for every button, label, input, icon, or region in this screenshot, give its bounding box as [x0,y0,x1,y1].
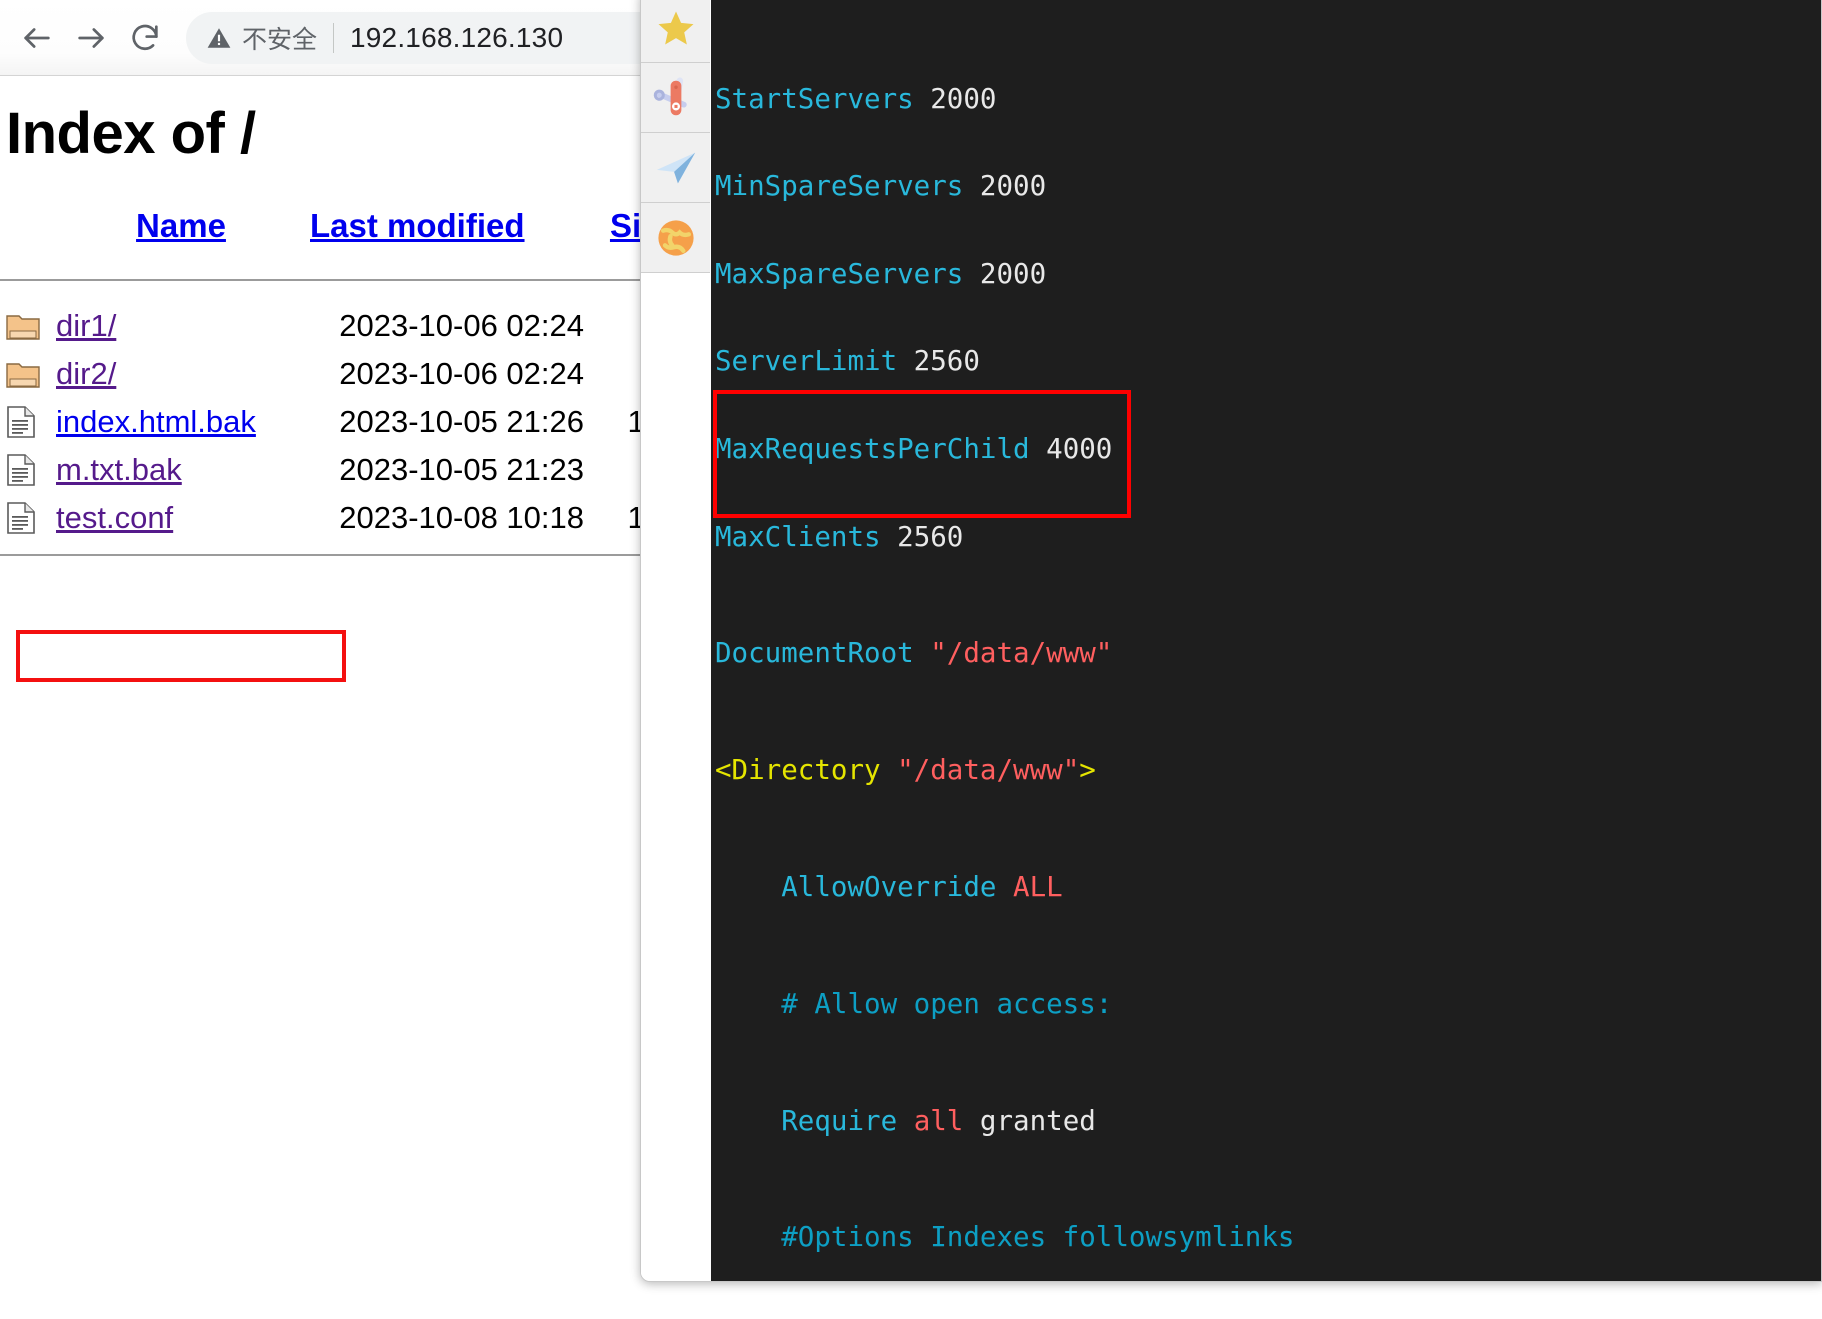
row-lastmodified-cell: 2023-10-05 21:26 [306,398,586,446]
config-line: MaxSpareServers 2000 [715,260,1821,289]
config-line: ServerLimit 2560 [715,347,1821,376]
terminal-screen[interactable]: StartServers 2000 MinSpareServers 2000 M… [711,0,1821,1281]
terminal-window: StartServers 2000 MinSpareServers 2000 M… [640,0,1822,1282]
send-icon [653,145,699,191]
tools-icon [653,75,699,121]
folder-icon [6,359,40,389]
table-row[interactable]: m.txt.bak 2023-10-05 21:23 9 [0,446,676,494]
config-value: ALL [996,871,1062,903]
reload-icon [128,21,162,55]
address-bar-url[interactable]: 192.168.126.130 [350,22,563,54]
config-value: granted [963,1105,1095,1137]
directory-listing-table: Name Last modified Size [0,207,676,556]
config-value: 2000 [963,258,1046,290]
config-line: MinSpareServers 2000 [715,172,1821,201]
row-lastmodified-cell: 2023-10-06 02:24 [306,302,586,350]
file-icon [6,501,36,535]
file-link[interactable]: dir2/ [56,356,116,391]
config-directive: Require [781,1105,897,1137]
row-name-cell[interactable]: dir2/ [56,350,306,398]
testconf-row-annotation-box [16,630,346,682]
config-directive: StartServers [715,83,914,115]
not-secure-label: 不安全 [242,20,317,56]
config-directive: MaxClients [715,521,881,553]
file-icon [6,453,36,487]
row-icon-cell [0,350,56,398]
file-link[interactable]: index.html.bak [56,404,256,439]
row-lastmodified-cell: 2023-10-08 10:18 [306,494,586,542]
row-icon-cell [0,446,56,494]
table-row[interactable]: test.conf 2023-10-08 10:18 16 [0,494,676,542]
globe-icon [654,216,698,260]
row-name-cell[interactable]: m.txt.bak [56,446,306,494]
listing-footer-rule [0,542,676,555]
config-directive: ServerLimit [715,345,897,377]
row-name-cell[interactable]: test.conf [56,494,306,542]
table-row[interactable]: dir2/ 2023-10-06 02:24 - [0,350,676,398]
directory-open-line: <Directory "/data/www"> [715,756,1821,785]
listing-spacer [0,280,676,302]
documentroot-line: DocumentRoot "/data/www" [715,639,1821,668]
row-lastmodified-cell: 2023-10-06 02:24 [306,350,586,398]
config-directive: MaxRequestsPerChild [715,433,1030,465]
comment-line: # Allow open access: [715,990,1821,1019]
directory-path: "/data/www" [897,754,1079,786]
sidebar-item-favorites[interactable] [641,0,710,63]
require-line: Require all granted [715,1107,1821,1136]
file-icon [6,405,36,439]
config-string-value: "/data/www" [914,637,1113,669]
arrow-right-icon [74,21,108,55]
not-secure-warning-icon [206,25,232,51]
config-directive: DocumentRoot [715,637,914,669]
indent [715,1105,781,1137]
config-line: StartServers 2000 [715,85,1821,114]
indent [715,871,781,903]
config-value: 4000 [1030,433,1113,465]
file-link[interactable]: m.txt.bak [56,452,182,487]
listing-header-rule [0,267,676,280]
allowoverride-line: AllowOverride ALL [715,873,1821,902]
config-directive: MaxSpareServers [715,258,963,290]
sidebar-empty-area [641,273,710,1280]
row-name-cell[interactable]: index.html.bak [56,398,306,446]
file-link[interactable]: test.conf [56,500,173,535]
row-icon-cell [0,302,56,350]
config-line: MaxClients 2560 [715,523,1821,552]
sidebar-item-tools[interactable] [641,63,710,133]
listing-header-row: Name Last modified Size [0,207,676,267]
sidebar-item-send[interactable] [641,133,710,203]
row-name-cell[interactable]: dir1/ [56,302,306,350]
config-value: 2560 [897,345,980,377]
comment-line: #Options Indexes followsymlinks [715,1223,1821,1252]
reload-button[interactable] [118,11,172,65]
column-lastmodified-header[interactable]: Last modified [306,207,586,267]
file-link[interactable]: dir1/ [56,308,116,343]
config-directive: MinSpareServers [715,170,963,202]
screen-root: 不安全 192.168.126.130 Index of / Name Last… [0,0,1822,1319]
column-icon-header [0,207,56,267]
table-row[interactable]: dir1/ 2023-10-06 02:24 - [0,302,676,350]
config-line: MaxRequestsPerChild 4000 [715,435,1821,464]
folder-icon [6,311,40,341]
directory-tag-open: <Directory [715,754,897,786]
back-button[interactable] [10,11,64,65]
config-value: 2000 [914,83,997,115]
listing-body: dir1/ 2023-10-06 02:24 - dir2/ [0,302,676,555]
config-keyword: all [897,1105,963,1137]
column-name-header[interactable]: Name [56,207,306,267]
config-value: 2560 [881,521,964,553]
row-icon-cell [0,494,56,542]
config-value: 2000 [963,170,1046,202]
star-icon [655,7,697,49]
table-row[interactable]: index.html.bak 2023-10-05 21:26 19 [0,398,676,446]
terminal-sidebar [641,0,711,1281]
arrow-left-icon [20,21,54,55]
row-lastmodified-cell: 2023-10-05 21:23 [306,446,586,494]
row-icon-cell [0,398,56,446]
config-directive: AllowOverride [781,871,996,903]
directory-tag-close: > [1079,754,1096,786]
sidebar-item-browser[interactable] [641,203,710,273]
forward-button[interactable] [64,11,118,65]
omnibox-divider [333,23,334,53]
